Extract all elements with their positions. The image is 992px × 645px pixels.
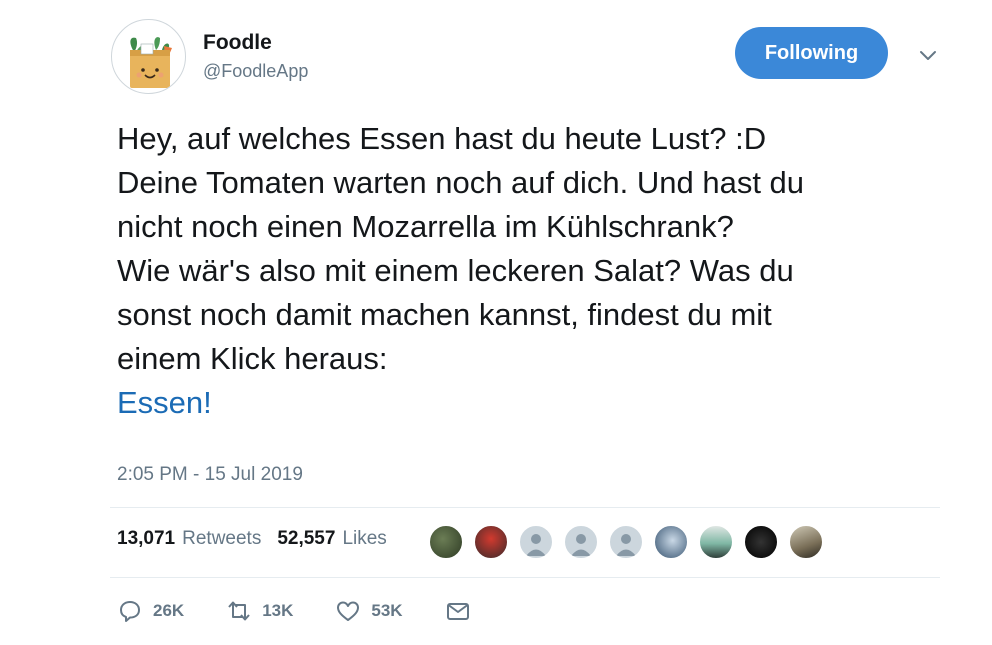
liker-avatar[interactable] [473,524,509,560]
retweet-button[interactable]: 13K [226,598,293,624]
tweet-line: Hey, auf welches Essen hast du heute Lus… [117,121,767,156]
direct-message-button[interactable] [445,598,471,624]
tweet-link[interactable]: Essen! [117,385,212,420]
divider [110,577,940,578]
liker-avatar[interactable] [698,524,734,560]
like-count: 53K [371,601,403,620]
tweet-line: nicht noch einen Mozarrella im Kühlschra… [117,209,734,244]
liker-avatar[interactable] [518,524,554,560]
liker-avatar[interactable] [653,524,689,560]
tweet-line: einem Klick heraus: [117,341,388,376]
liker-avatar[interactable] [608,524,644,560]
liker-avatar[interactable] [788,524,824,560]
tweet-line: Deine Tomaten warten noch auf dich. Und … [117,165,805,200]
like-button[interactable]: 53K [335,598,403,624]
display-name[interactable]: Foodle [203,31,272,55]
retweets-stat[interactable]: 13,071 Retweets [117,528,261,550]
retweets-count: 13,071 [117,528,176,549]
likes-label: Likes [342,528,387,549]
tweet-text: Hey, auf welches Essen hast du heute Lus… [117,117,977,425]
heart-icon [337,601,360,621]
reply-icon [120,601,140,622]
reply-button[interactable]: 26K [117,598,184,624]
likes-count: 52,557 [277,528,336,549]
retweets-label: Retweets [182,528,262,549]
action-bar: 26K 13K 53K [117,598,513,624]
chevron-down-icon[interactable] [918,48,938,64]
retweet-count: 13K [262,601,294,620]
tweet-line: Wie wär's also mit einem leckeren Salat?… [117,253,794,288]
retweet-icon [228,601,250,621]
avatar[interactable] [111,19,186,94]
engagement-stats: 13,071 Retweets 52,557 Likes [117,528,387,550]
reply-count: 26K [153,601,185,620]
foodle-logo [130,37,172,88]
likes-stat[interactable]: 52,557 Likes [277,528,386,550]
tweet-line: sonst noch damit machen kannst, findest … [117,297,772,332]
liker-avatar[interactable] [428,524,464,560]
divider [110,507,940,508]
envelope-icon [446,603,469,620]
liker-avatar[interactable] [743,524,779,560]
timestamp[interactable]: 2:05 PM - 15 Jul 2019 [117,464,303,486]
following-button[interactable]: Following [735,27,888,79]
handle[interactable]: @FoodleApp [203,61,308,82]
liker-avatars [428,524,833,560]
liker-avatar[interactable] [563,524,599,560]
